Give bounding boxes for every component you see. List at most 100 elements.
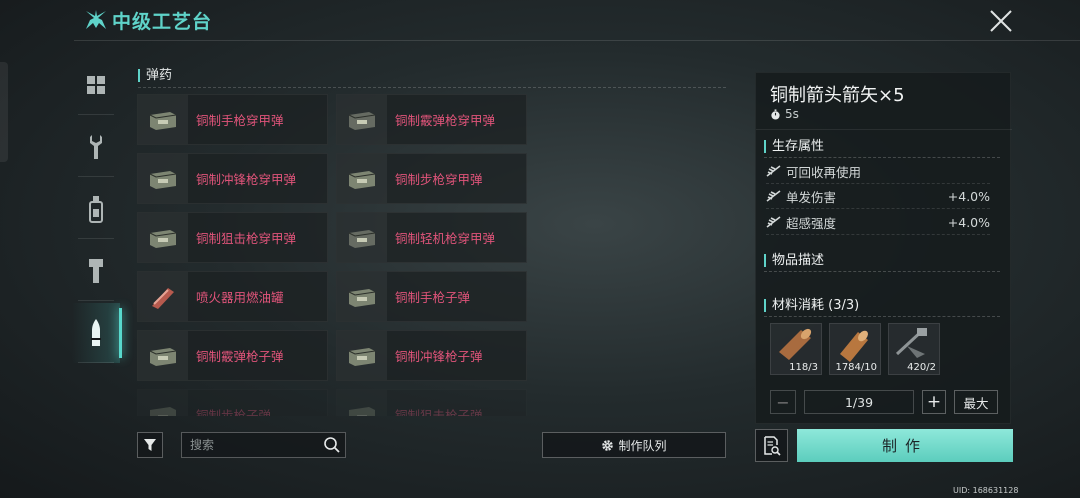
material-slot[interactable]: 420/2 <box>888 323 940 375</box>
material-count: 1784/10 <box>835 362 877 373</box>
item-detail-panel: 铜制箭头箭矢×5 5s 生存属性 可回收再使用 单发伤害 +4.0% 超感强度 … <box>755 72 1012 424</box>
recipe-card[interactable]: 铜制冲锋枪穿甲弹 <box>137 153 328 204</box>
recipe-card[interactable]: 铜制手枪穿甲弹 <box>137 94 328 145</box>
recipe-label: 铜制狙击枪穿甲弹 <box>196 231 297 246</box>
craft-time-value: 5s <box>785 107 799 121</box>
stat-label: 可回收再使用 <box>786 164 862 180</box>
craft-queue-label: 制作队列 <box>618 438 667 453</box>
gear-icon <box>602 439 614 451</box>
recipe-card[interactable]: 铜制轻机枪穿甲弹 <box>336 212 527 263</box>
wood-log-icon <box>840 330 868 362</box>
craft-button[interactable]: 制作 <box>797 429 1013 462</box>
recipe-card[interactable]: 铜制冲锋枪子弹 <box>336 330 527 381</box>
bullet-icon <box>91 319 101 346</box>
recipe-label: 铜制手枪子弹 <box>395 290 471 305</box>
section-divider <box>764 157 1000 158</box>
page-title: 中级工艺台 <box>112 11 213 33</box>
category-title: 弹药 <box>138 69 172 82</box>
recipe-label: 喷火器用燃油罐 <box>196 290 284 305</box>
stat-row: 超感强度 +4.0% <box>766 212 990 235</box>
ammo-box-icon <box>138 331 188 380</box>
wood-log-icon <box>779 328 812 360</box>
material-count: 420/2 <box>907 362 936 373</box>
stat-value: +4.0% <box>947 214 990 230</box>
filter-icon <box>144 439 156 451</box>
recipe-card[interactable]: 铜制步枪子弹 <box>137 389 328 416</box>
torch-icon <box>89 259 103 283</box>
search-icon[interactable] <box>323 436 341 454</box>
sidebar-item-ammo[interactable] <box>72 303 122 363</box>
section-divider <box>764 271 1000 272</box>
stat-label: 单发伤害 <box>786 189 837 205</box>
recipe-card[interactable]: 铜制步枪穿甲弹 <box>336 153 527 204</box>
item-description-title: 物品描述 <box>764 254 824 267</box>
recipe-label: 铜制霰弹枪子弹 <box>196 349 284 364</box>
section-divider <box>764 316 1000 317</box>
panel-divider <box>756 129 1012 130</box>
recipe-label: 铜制狙击枪子弹 <box>395 408 483 416</box>
sidebar-item-consumables[interactable] <box>72 179 120 239</box>
recipe-card[interactable]: 铜制手枪子弹 <box>336 271 527 322</box>
item-name: 铜制箭头箭矢×5 <box>770 85 905 106</box>
wing-arrow-icon <box>766 165 781 177</box>
blueprint-button[interactable] <box>755 429 788 462</box>
wing-arrow-icon <box>766 190 781 202</box>
category-divider <box>138 87 726 88</box>
recipe-card[interactable]: 铜制狙击枪子弹 <box>336 389 527 416</box>
filter-button[interactable] <box>137 432 163 458</box>
ammo-box-icon <box>138 213 188 262</box>
ammo-box-icon <box>138 390 188 416</box>
recipe-card[interactable]: 铜制霰弹枪子弹 <box>137 330 328 381</box>
ammo-box-icon <box>337 213 387 262</box>
quantity-field[interactable]: 1/39 <box>804 390 914 414</box>
stat-row: 可回收再使用 <box>766 161 990 184</box>
recipe-label: 铜制步枪子弹 <box>196 408 272 416</box>
ammo-box-icon <box>337 390 387 416</box>
recipe-label: 铜制轻机枪穿甲弹 <box>395 231 496 246</box>
recipe-label: 铜制手枪穿甲弹 <box>196 113 284 128</box>
recipe-card[interactable]: 铜制狙击枪穿甲弹 <box>137 212 328 263</box>
materials-title: 材料消耗 (3/3) <box>764 299 859 312</box>
survival-attributes-title: 生存属性 <box>764 140 824 153</box>
material-slot[interactable]: 1784/10 <box>829 323 881 375</box>
recipe-card[interactable]: 铜制霰弹枪穿甲弹 <box>336 94 527 145</box>
grid-icon <box>87 76 105 94</box>
search-input[interactable] <box>182 433 320 457</box>
user-id: UID: 168631128 <box>953 486 1019 495</box>
ammo-box-icon <box>138 154 188 203</box>
stat-value: +4.0% <box>947 188 990 204</box>
quantity-decrease-button[interactable]: − <box>770 390 796 414</box>
stat-label: 超感强度 <box>786 215 837 231</box>
ammo-box-icon <box>337 272 387 321</box>
top-bar: 中级工艺台 <box>0 0 1080 40</box>
material-slot[interactable]: 118/3 <box>770 323 822 375</box>
workbench-logo-icon <box>86 10 106 29</box>
recipe-label: 铜制冲锋枪穿甲弹 <box>196 172 297 187</box>
scrap-metal-icon <box>895 328 927 358</box>
side-drawer-handle[interactable] <box>0 62 8 162</box>
recipe-card[interactable]: 喷火器用燃油罐 <box>137 271 328 322</box>
ammo-box-icon <box>337 331 387 380</box>
quantity-increase-button[interactable]: + <box>922 390 946 414</box>
craft-time: 5s <box>770 107 799 121</box>
close-icon[interactable] <box>986 6 1016 36</box>
wing-arrow-icon <box>766 216 781 228</box>
fuel-canister-icon <box>138 272 188 321</box>
craft-queue-button[interactable]: 制作队列 <box>542 432 726 458</box>
stopwatch-icon <box>771 108 780 120</box>
sidebar-item-equipment[interactable] <box>72 241 120 301</box>
category-sidebar <box>72 55 122 385</box>
recipe-label: 铜制步枪穿甲弹 <box>395 172 483 187</box>
ammo-box-icon <box>337 154 387 203</box>
recipe-label: 铜制霰弹枪穿甲弹 <box>395 113 496 128</box>
quantity-max-button[interactable]: 最大 <box>954 390 998 414</box>
ammo-box-icon <box>337 95 387 144</box>
ammo-box-icon <box>138 95 188 144</box>
recipe-grid[interactable]: 铜制手枪穿甲弹 铜制霰弹枪穿甲弹 铜制冲锋枪穿甲弹 铜制步枪穿甲弹 铜制狙击枪穿… <box>137 94 537 416</box>
document-search-icon <box>763 435 781 456</box>
stat-row: 单发伤害 +4.0% <box>766 186 990 209</box>
sidebar-item-tools[interactable] <box>72 117 120 177</box>
material-count: 118/3 <box>789 362 818 373</box>
search-box[interactable] <box>181 432 346 458</box>
sidebar-item-all[interactable] <box>72 55 120 115</box>
